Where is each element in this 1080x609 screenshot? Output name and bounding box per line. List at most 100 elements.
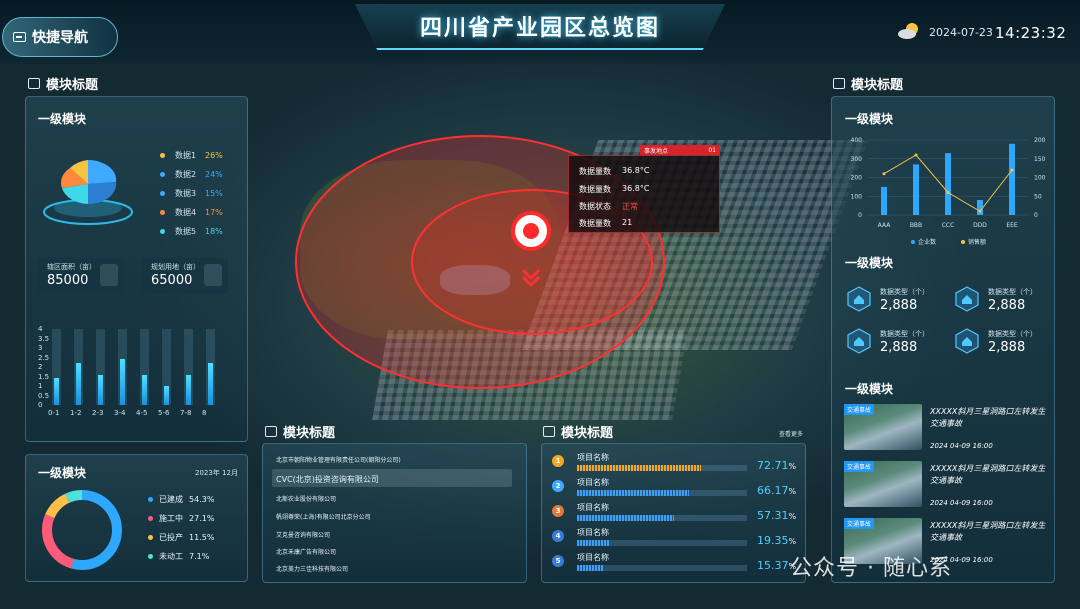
legend-dot bbox=[160, 229, 165, 234]
news-title[interactable]: XXXXX斜月三星洞路口左转发生交通事故 bbox=[930, 463, 1050, 487]
company-item[interactable]: 北斯农业股份有限公司 bbox=[276, 494, 336, 503]
module-icon bbox=[265, 426, 277, 437]
donut-legend-item: 施工中 27.1% bbox=[148, 513, 214, 524]
legend-pct: 15% bbox=[205, 189, 223, 198]
company-item[interactable]: 艾克曼咨询有限公司 bbox=[276, 530, 330, 539]
legend-dot bbox=[148, 554, 153, 559]
panel-title: 一级模块 bbox=[845, 112, 894, 126]
bar bbox=[76, 363, 81, 405]
y-tick: 1 bbox=[38, 382, 43, 390]
popup-value: 36.8°C bbox=[622, 166, 650, 175]
y-tick: 2 bbox=[38, 363, 43, 371]
y-right-tick: 150 bbox=[1034, 156, 1046, 163]
company-item[interactable]: 北京市朝阳物业管理有限责任公司(朝阳分公司) bbox=[276, 455, 401, 464]
news-title[interactable]: XXXXX斜月三星洞路口左转发生交通事故 bbox=[930, 406, 1050, 430]
x-tick: 5-6 bbox=[158, 409, 170, 417]
module-icon bbox=[28, 78, 40, 89]
x-tick: 2-3 bbox=[92, 409, 104, 417]
progress-fill bbox=[577, 490, 690, 496]
weather-icon bbox=[898, 23, 918, 39]
donut-pct: 54.3% bbox=[189, 495, 215, 504]
y-left-tick: 300 bbox=[851, 156, 863, 163]
legend-pct: 18% bbox=[205, 227, 223, 236]
legend-dot bbox=[160, 172, 165, 177]
news-tag: 交通事故 bbox=[844, 518, 875, 529]
legend-label: 数据3 bbox=[175, 189, 197, 198]
news-title[interactable]: XXXXX斜月三星洞路口左转发生交通事故 bbox=[930, 520, 1050, 544]
right-section-heading: 模块标题 bbox=[833, 74, 903, 93]
donut-chart bbox=[42, 490, 122, 570]
bar bbox=[164, 386, 169, 405]
panel-title: 一级模块 bbox=[38, 466, 87, 480]
donut-label: 已投产 bbox=[159, 533, 183, 542]
line-point bbox=[946, 191, 950, 194]
panel-title: 一级模块 bbox=[845, 256, 894, 270]
donut-label: 已建成 bbox=[159, 495, 183, 504]
line-point bbox=[914, 153, 918, 157]
y-right-tick: 50 bbox=[1034, 193, 1042, 200]
rank-badge: 1 bbox=[552, 455, 564, 467]
company-item[interactable]: CVC(北京)投资咨询有限公司 bbox=[276, 474, 379, 485]
news-tag: 交通事故 bbox=[844, 404, 875, 415]
legend-dot bbox=[961, 240, 965, 244]
panel-title: 一级模块 bbox=[38, 112, 87, 126]
view-more-link[interactable]: 查看更多 bbox=[779, 429, 803, 438]
y-tick: 1.5 bbox=[38, 372, 50, 381]
legend-label: 数据2 bbox=[175, 170, 197, 179]
popup-key: 数据量数 bbox=[579, 219, 611, 228]
hexagon-home-icon bbox=[847, 286, 871, 312]
legend-dot bbox=[160, 210, 165, 215]
legend-item: 数据5 18% bbox=[160, 226, 240, 237]
x-tick: DDD bbox=[973, 222, 987, 229]
donut-legend-item: 已建成 54.3% bbox=[148, 494, 214, 505]
legend-item: 数据1 26% bbox=[160, 150, 240, 161]
pct-unit: % bbox=[788, 537, 797, 546]
y-right-tick: 200 bbox=[1034, 137, 1046, 144]
popup-key: 数据量数 bbox=[579, 185, 611, 194]
news-thumbnail[interactable]: 交通事故 bbox=[844, 461, 922, 507]
line-point bbox=[882, 172, 886, 176]
popup-key: 数据量数 bbox=[579, 167, 611, 176]
bar bbox=[54, 378, 59, 405]
news-thumbnail[interactable]: 交通事故 bbox=[844, 404, 922, 450]
panel-title: 一级模块 bbox=[845, 382, 894, 396]
donut-pct: 27.1% bbox=[189, 514, 215, 523]
donut-legend-item: 未动工 7.1% bbox=[148, 551, 209, 562]
company-item[interactable]: 北京禾康广告有限公司 bbox=[276, 547, 336, 556]
company-item[interactable]: 北京美力三佳科技有限公司 bbox=[276, 564, 348, 573]
company-section-heading: 模块标题 bbox=[265, 422, 335, 441]
kpi-value: 2,888 bbox=[880, 340, 918, 355]
progress-fill bbox=[577, 565, 604, 571]
y-right-tick: 100 bbox=[1034, 175, 1046, 182]
project-name: 项目名称 bbox=[577, 478, 609, 487]
donut-label: 施工中 bbox=[159, 514, 183, 523]
bar bbox=[120, 359, 125, 405]
legend-item: 数据2 24% bbox=[160, 169, 240, 180]
x-tick: EEE bbox=[1006, 222, 1018, 229]
y-left-tick: 200 bbox=[851, 175, 863, 182]
donut-legend-item: 已投产 11.5% bbox=[148, 532, 214, 543]
line-point bbox=[1010, 168, 1014, 172]
donut-label: 未动工 bbox=[159, 552, 183, 561]
watermark: 公众号 · 随心系 bbox=[790, 556, 952, 581]
project-pct: 19.35% bbox=[757, 534, 797, 547]
popup-key: 数据状态 bbox=[579, 202, 611, 211]
y-left-tick: 0 bbox=[858, 212, 862, 219]
project-name: 项目名称 bbox=[577, 503, 609, 512]
company-item[interactable]: 帆翊尊荣(上海)有限公司北京分公司 bbox=[276, 512, 371, 521]
stat-ghost bbox=[100, 264, 118, 286]
stat-value: 85000 bbox=[47, 273, 89, 288]
popup-value: 36.8°C bbox=[622, 184, 650, 193]
legend-dot bbox=[160, 191, 165, 196]
header-time: 14:23:32 bbox=[995, 24, 1067, 42]
pct-unit: % bbox=[788, 462, 797, 471]
nav-icon bbox=[13, 32, 26, 42]
bar bbox=[913, 164, 919, 215]
header-date: 2024-07-23 bbox=[929, 26, 993, 39]
quick-nav-button[interactable]: 快捷导航 bbox=[2, 17, 118, 57]
x-tick: AAA bbox=[878, 222, 892, 229]
x-tick: 3-4 bbox=[114, 409, 126, 417]
y-tick: 0.5 bbox=[38, 391, 50, 400]
page-title: 四川省产业园区总览图 bbox=[419, 16, 660, 41]
project-section-heading: 模块标题 bbox=[543, 422, 613, 441]
